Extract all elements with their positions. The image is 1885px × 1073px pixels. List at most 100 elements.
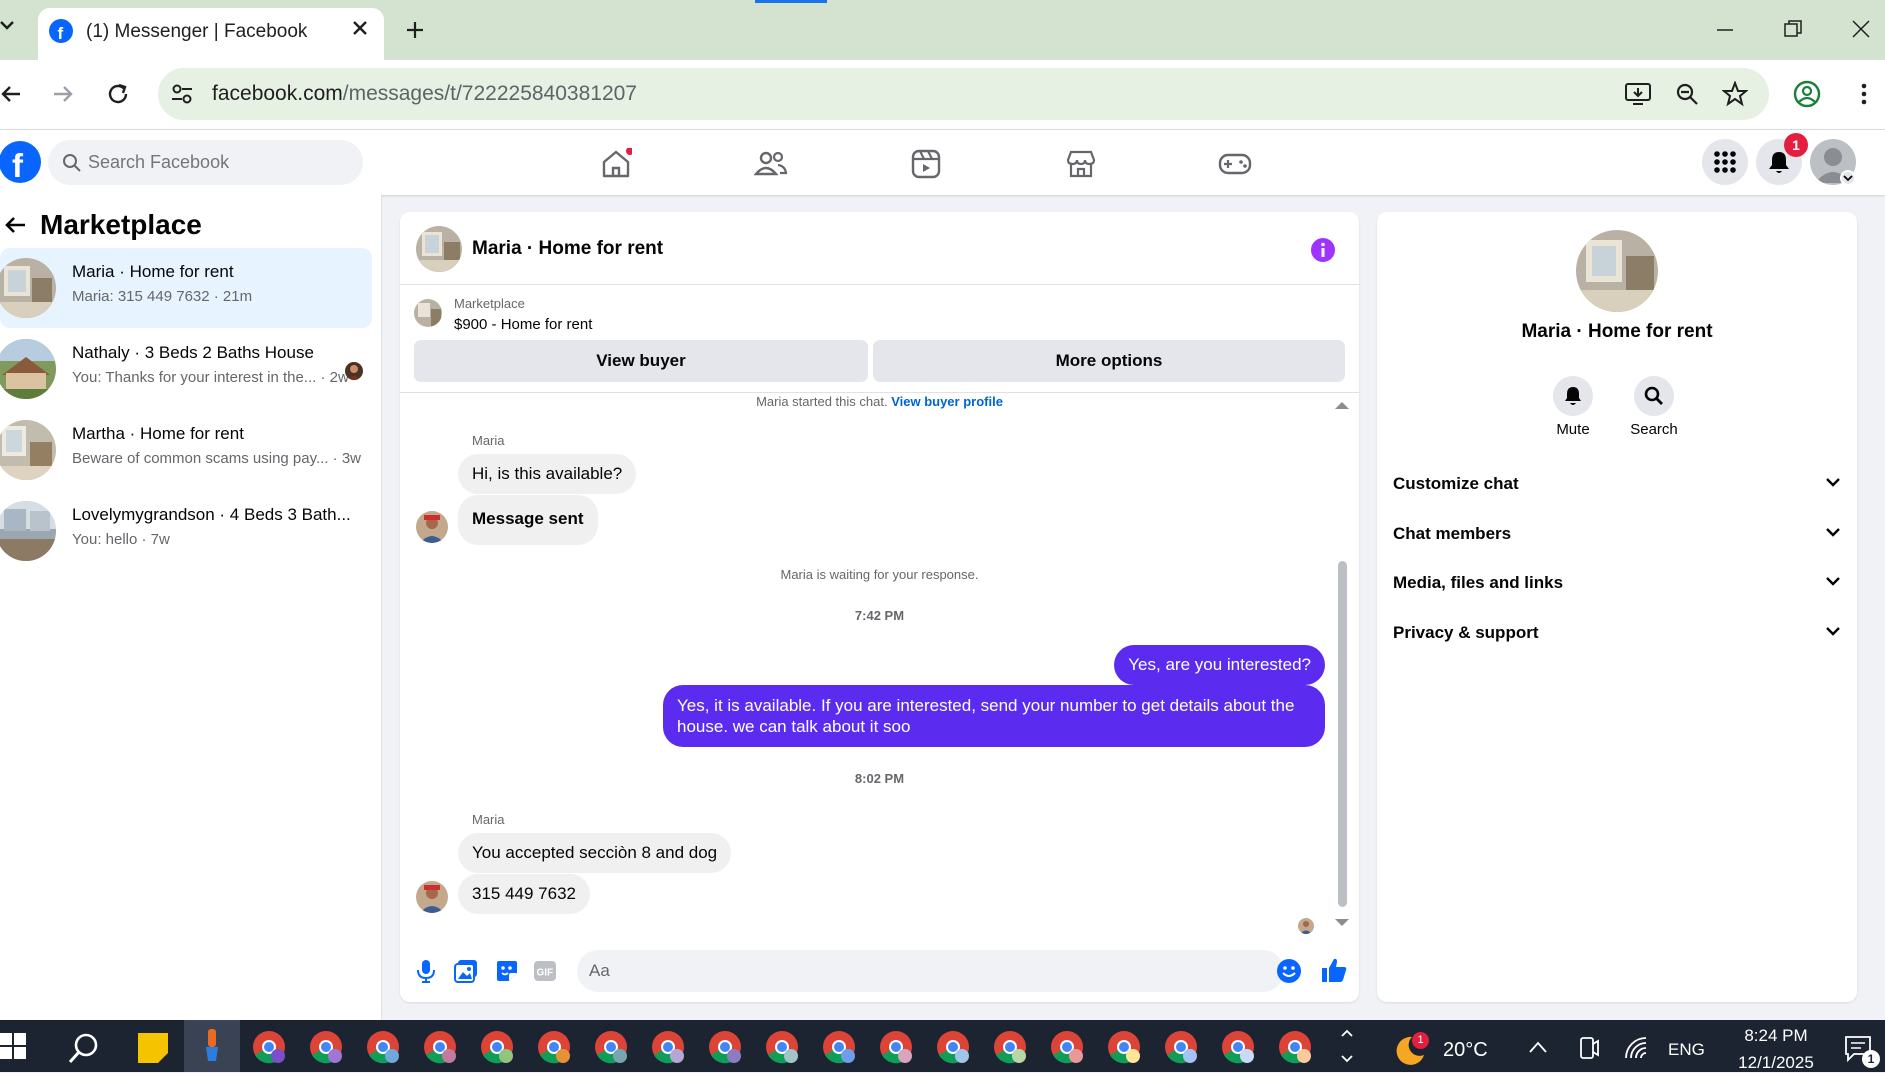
- contact-avatar[interactable]: [1576, 230, 1658, 312]
- bookmark-star-icon[interactable]: [1722, 81, 1748, 107]
- mute-button[interactable]: [1553, 376, 1593, 416]
- marketplace-icon[interactable]: [1065, 148, 1097, 180]
- sticker-icon[interactable]: [495, 959, 519, 983]
- zoom-icon[interactable]: [1675, 82, 1699, 106]
- listing-title[interactable]: $900 - Home for rent: [454, 316, 592, 333]
- menu-button[interactable]: [1702, 139, 1748, 185]
- incoming-message[interactable]: Message sent: [458, 495, 598, 545]
- system-tray-chevron-icon[interactable]: [1528, 1040, 1548, 1054]
- home-icon[interactable]: [600, 148, 632, 180]
- chat-members-section[interactable]: Chat members: [1393, 514, 1841, 554]
- browser-menu-icon[interactable]: [1860, 82, 1868, 106]
- conversation-preview: Beware of common scams using pay... · 3w: [72, 450, 361, 467]
- message-composer[interactable]: Aa: [577, 950, 1284, 992]
- search-box[interactable]: [48, 140, 363, 185]
- privacy-support-section[interactable]: Privacy & support: [1393, 613, 1841, 653]
- chrome-taskbar-icon[interactable]: [1164, 1030, 1198, 1064]
- incoming-message[interactable]: Hi, is this available?: [458, 454, 637, 494]
- chrome-taskbar-icon[interactable]: [537, 1030, 571, 1064]
- back-icon[interactable]: [0, 83, 22, 105]
- search-input[interactable]: [88, 140, 348, 185]
- chat-scrollbar-thumb[interactable]: [1338, 561, 1347, 907]
- new-tab-icon[interactable]: [405, 20, 425, 40]
- voice-clip-icon[interactable]: [416, 959, 436, 983]
- chrome-taskbar-icon[interactable]: [993, 1030, 1027, 1064]
- restore-icon[interactable]: [1784, 20, 1802, 38]
- chrome-taskbar-icon[interactable]: [936, 1030, 970, 1064]
- back-arrow-icon[interactable]: [4, 215, 26, 235]
- thumbs-up-icon[interactable]: [1321, 956, 1347, 984]
- taskbar-active-app[interactable]: [184, 1020, 240, 1072]
- chrome-taskbar-icon[interactable]: [366, 1030, 400, 1064]
- chrome-taskbar-icon[interactable]: [1278, 1030, 1312, 1064]
- url-path: /messages/t/722225840381207: [342, 82, 637, 105]
- chrome-taskbar-icon[interactable]: [708, 1030, 742, 1064]
- sender-avatar[interactable]: [416, 881, 448, 913]
- wifi-icon[interactable]: [1624, 1036, 1650, 1060]
- conversation-item-martha[interactable]: Martha · Home for rent Beware of common …: [0, 410, 372, 490]
- chat-panel: Maria · Home for rent Marketplace $900 -…: [400, 212, 1359, 1002]
- chrome-taskbar-icon[interactable]: [480, 1030, 514, 1064]
- meet-now-icon[interactable]: [1578, 1036, 1600, 1060]
- outgoing-message[interactable]: Yes, are you interested?: [1114, 645, 1325, 685]
- chrome-taskbar-icon[interactable]: [1107, 1030, 1141, 1064]
- temperature[interactable]: 20°C: [1443, 1039, 1488, 1062]
- chrome-taskbar-icon[interactable]: [594, 1030, 628, 1064]
- taskbar-search-icon[interactable]: [68, 1032, 100, 1064]
- chrome-taskbar-icon[interactable]: [309, 1030, 343, 1064]
- sender-avatar[interactable]: [416, 511, 448, 543]
- minimize-icon[interactable]: [1716, 28, 1734, 32]
- sticky-notes-icon[interactable]: [138, 1033, 168, 1063]
- friends-icon[interactable]: [754, 148, 788, 180]
- chrome-taskbar-icon[interactable]: [1050, 1030, 1084, 1064]
- emoji-icon[interactable]: [1276, 958, 1302, 984]
- tab-close-icon[interactable]: [352, 20, 368, 36]
- url-text[interactable]: facebook.com/messages/t/722225840381207: [212, 82, 637, 106]
- chrome-taskbar-icon[interactable]: [822, 1030, 856, 1064]
- chrome-taskbar-icon[interactable]: [423, 1030, 457, 1064]
- clock-time[interactable]: 8:24 PM: [1728, 1026, 1824, 1046]
- incoming-message[interactable]: You accepted secciòn 8 and dog: [458, 833, 732, 873]
- view-buyer-profile-link[interactable]: View buyer profile: [891, 394, 1003, 409]
- incoming-message[interactable]: 315 449 7632: [458, 874, 590, 914]
- clock-date[interactable]: 12/1/2025: [1722, 1053, 1830, 1073]
- more-options-button[interactable]: More options: [873, 340, 1345, 382]
- view-buyer-button[interactable]: View buyer: [414, 340, 868, 382]
- conversation-item-lovelymygrandson[interactable]: Lovelymygrandson · 4 Beds 3 Bath... You:…: [0, 491, 372, 571]
- site-info-icon[interactable]: [170, 82, 194, 106]
- chat-header-avatar[interactable]: [416, 226, 462, 272]
- profile-icon[interactable]: [1793, 80, 1821, 108]
- svg-text:f: f: [58, 24, 64, 43]
- chrome-taskbar-icon[interactable]: [879, 1030, 913, 1064]
- language-indicator[interactable]: ENG: [1668, 1040, 1705, 1060]
- install-app-icon[interactable]: [1625, 82, 1651, 106]
- search-conversation-button[interactable]: [1634, 376, 1674, 416]
- info-icon[interactable]: [1310, 237, 1336, 263]
- gaming-icon[interactable]: [1218, 148, 1252, 180]
- chrome-taskbar-icon[interactable]: [765, 1030, 799, 1064]
- listing-thumbnail[interactable]: [414, 299, 442, 327]
- customize-chat-section[interactable]: Customize chat: [1393, 464, 1841, 504]
- media-files-links-section[interactable]: Media, files and links: [1393, 563, 1841, 603]
- windows-start-icon[interactable]: [0, 1033, 26, 1059]
- tab-list-chevron-icon[interactable]: [0, 16, 14, 36]
- outgoing-message[interactable]: Yes, it is available. If you are interes…: [663, 685, 1325, 747]
- sender-label: Maria: [472, 812, 505, 827]
- chat-header-name[interactable]: Maria · Home for rent: [472, 238, 663, 260]
- account-chevron-icon[interactable]: [1840, 170, 1856, 186]
- scroll-down-icon[interactable]: [1334, 918, 1350, 928]
- facebook-logo-icon[interactable]: f: [0, 140, 42, 184]
- chrome-taskbar-icon[interactable]: [252, 1030, 286, 1064]
- scroll-up-icon[interactable]: [1334, 400, 1350, 410]
- video-icon[interactable]: [910, 148, 942, 180]
- taskbar-overflow-icon[interactable]: [1340, 1026, 1354, 1066]
- chrome-taskbar-icon[interactable]: [651, 1030, 685, 1064]
- forward-icon[interactable]: [52, 83, 74, 105]
- window-close-icon[interactable]: [1852, 20, 1870, 38]
- chrome-taskbar-icon[interactable]: [1221, 1030, 1255, 1064]
- conversation-item-maria[interactable]: Maria · Home for rent Maria: 315 449 763…: [0, 248, 372, 328]
- conversation-item-nathaly[interactable]: Nathaly · 3 Beds 2 Baths House You: Than…: [0, 329, 372, 409]
- reload-icon[interactable]: [106, 82, 130, 106]
- gif-icon[interactable]: GIF: [533, 960, 557, 982]
- attach-photo-icon[interactable]: [454, 959, 478, 983]
